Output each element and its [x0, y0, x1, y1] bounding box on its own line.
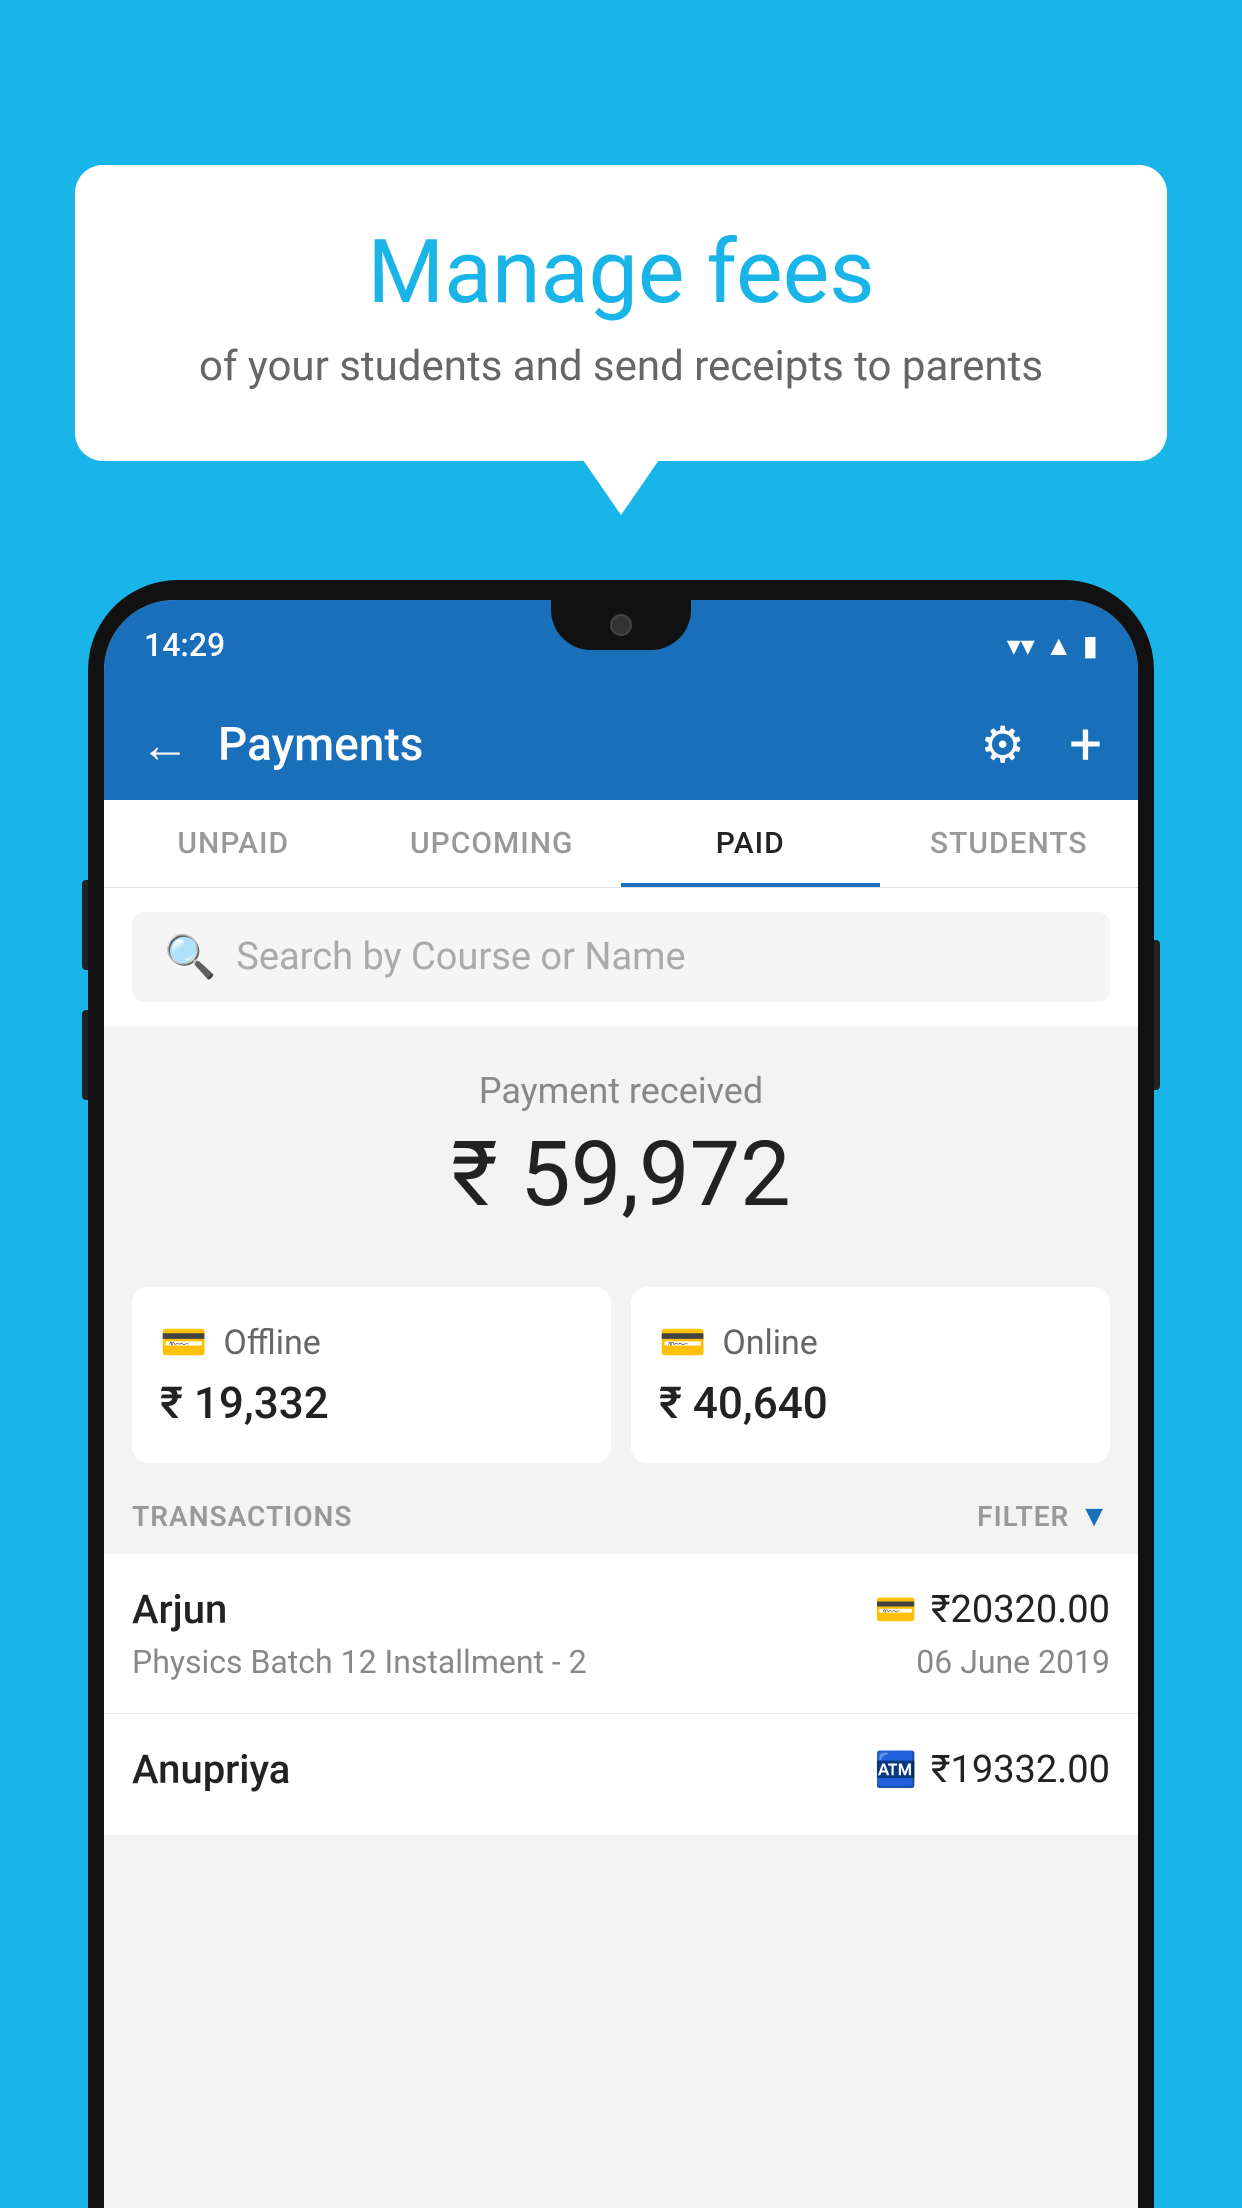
payment-received-section: Payment received ₹ 59,972: [104, 1026, 1138, 1259]
status-time: 14:29: [144, 626, 225, 664]
online-header: 💳 Online: [659, 1321, 1082, 1365]
battery-icon: ▮: [1083, 629, 1098, 662]
transaction-amount-row-2: 🏧 ₹19332.00: [874, 1748, 1110, 1792]
speech-bubble: Manage fees of your students and send re…: [75, 165, 1167, 461]
page-title: Payments: [218, 718, 952, 772]
tab-paid[interactable]: PAID: [621, 800, 880, 887]
payment-received-label: Payment received: [104, 1070, 1138, 1112]
filter-label: FILTER: [977, 1500, 1069, 1533]
transaction-row-2[interactable]: Anupriya 🏧 ₹19332.00: [104, 1714, 1138, 1836]
transaction-bottom-1: Physics Batch 12 Installment - 2 06 June…: [132, 1643, 1110, 1681]
card-icon-1: 💳: [874, 1590, 916, 1630]
wifi-icon: ▾▾: [1007, 629, 1035, 662]
transaction-course-1: Physics Batch 12 Installment - 2: [132, 1643, 587, 1681]
offline-header: 💳 Offline: [160, 1321, 583, 1365]
online-icon: 💳: [659, 1321, 706, 1365]
signal-icon: ▲: [1045, 629, 1073, 662]
transaction-top-1: Arjun 💳 ₹20320.00: [132, 1586, 1110, 1633]
back-button[interactable]: ←: [140, 716, 190, 775]
transactions-header: TRANSACTIONS FILTER ▼: [104, 1463, 1138, 1554]
online-amount: ₹ 40,640: [659, 1377, 1082, 1429]
add-button[interactable]: +: [1069, 711, 1102, 779]
search-input[interactable]: Search by Course or Name: [236, 935, 685, 979]
transaction-amount-2: ₹19332.00: [931, 1748, 1110, 1792]
phone-notch: [551, 600, 691, 650]
transaction-date-1: 06 June 2019: [916, 1643, 1110, 1681]
phone-frame: 14:29 ▾▾ ▲ ▮ ← Payments ⚙ + UNPAID UPCOM…: [88, 580, 1154, 2208]
transaction-row[interactable]: Arjun 💳 ₹20320.00 Physics Batch 12 Insta…: [104, 1554, 1138, 1714]
card-icon-2: 🏧: [874, 1750, 916, 1790]
status-icons: ▾▾ ▲ ▮: [1007, 629, 1098, 662]
search-box[interactable]: 🔍 Search by Course or Name: [132, 912, 1110, 1002]
tabs-bar: UNPAID UPCOMING PAID STUDENTS: [104, 800, 1138, 888]
payment-received-amount: ₹ 59,972: [104, 1122, 1138, 1227]
filter-button[interactable]: FILTER ▼: [977, 1499, 1110, 1534]
camera-lens: [610, 614, 632, 636]
transaction-amount-row-1: 💳 ₹20320.00: [874, 1588, 1110, 1632]
transaction-name-1: Arjun: [132, 1586, 227, 1633]
transactions-label: TRANSACTIONS: [132, 1500, 352, 1533]
offline-icon: 💳: [160, 1321, 207, 1365]
payment-mode-row: 💳 Offline ₹ 19,332 💳 Online ₹ 40,640: [132, 1287, 1110, 1463]
tab-upcoming[interactable]: UPCOMING: [363, 800, 622, 887]
search-icon: 🔍: [164, 933, 216, 982]
online-label: Online: [722, 1323, 818, 1363]
tab-unpaid[interactable]: UNPAID: [104, 800, 363, 887]
offline-label: Offline: [223, 1323, 320, 1363]
transaction-name-2: Anupriya: [132, 1746, 290, 1793]
filter-icon: ▼: [1079, 1499, 1110, 1534]
tab-students[interactable]: STUDENTS: [880, 800, 1139, 887]
search-container: 🔍 Search by Course or Name: [104, 888, 1138, 1026]
speech-bubble-title: Manage fees: [155, 225, 1087, 322]
status-bar: 14:29 ▾▾ ▲ ▮: [104, 600, 1138, 690]
speech-bubble-subtitle: of your students and send receipts to pa…: [155, 342, 1087, 391]
offline-payment-card: 💳 Offline ₹ 19,332: [132, 1287, 611, 1463]
transaction-amount-1: ₹20320.00: [931, 1588, 1110, 1632]
online-payment-card: 💳 Online ₹ 40,640: [631, 1287, 1110, 1463]
settings-button[interactable]: ⚙: [980, 716, 1025, 775]
app-header: ← Payments ⚙ +: [104, 690, 1138, 800]
transaction-top-2: Anupriya 🏧 ₹19332.00: [132, 1746, 1110, 1793]
offline-amount: ₹ 19,332: [160, 1377, 583, 1429]
phone-screen: 14:29 ▾▾ ▲ ▮ ← Payments ⚙ + UNPAID UPCOM…: [104, 600, 1138, 2208]
